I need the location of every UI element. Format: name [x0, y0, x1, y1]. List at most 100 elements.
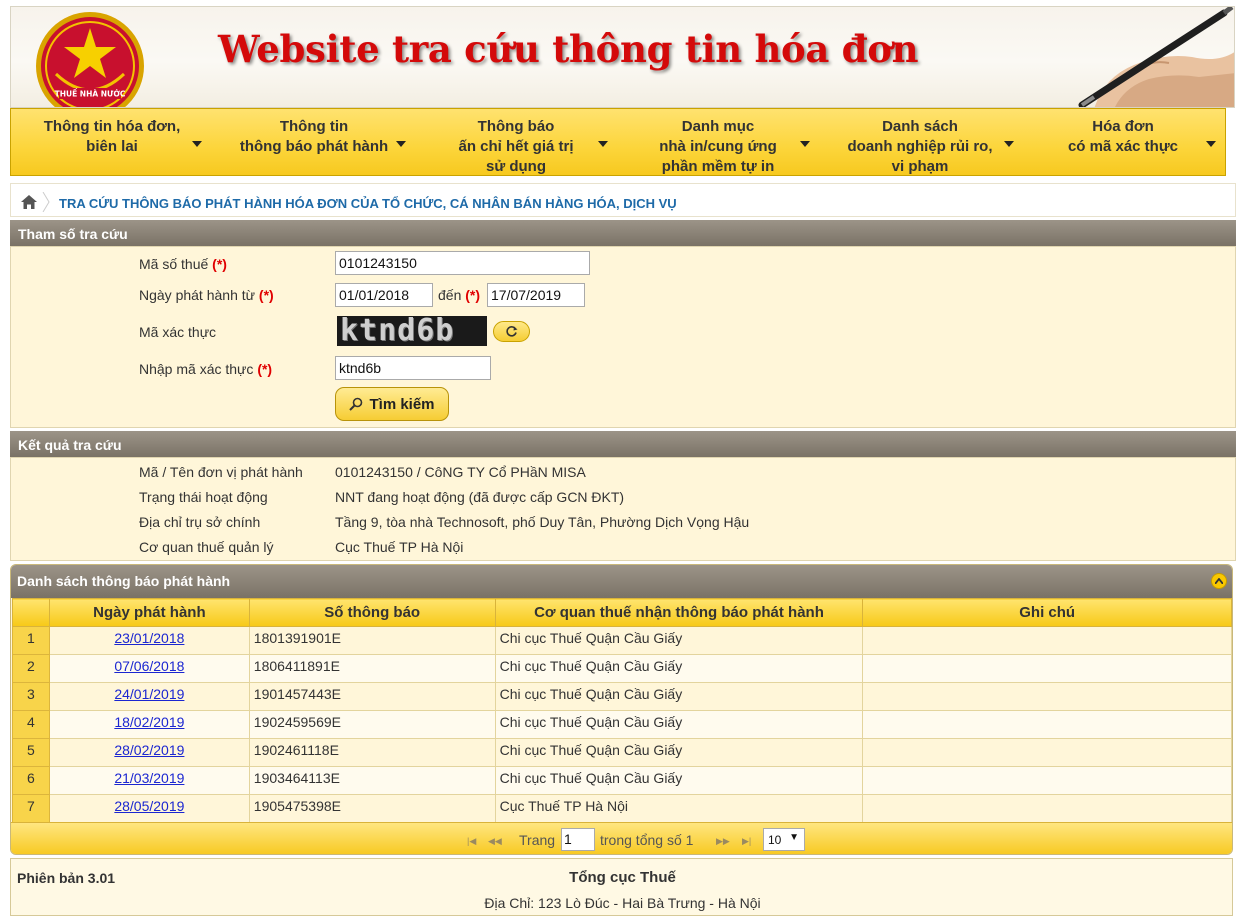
- result-label-status: Trạng thái hoạt động: [139, 489, 268, 505]
- date-cell: 23/01/2018: [48, 626, 250, 655]
- chevron-down-icon: [800, 141, 810, 147]
- required-mark: (*): [257, 361, 273, 377]
- col-header-agency: Cơ quan thuế nhận thông báo phát hành: [494, 598, 864, 627]
- number-cell: 1806411891E: [248, 654, 496, 683]
- number-cell: 1901457443E: [248, 682, 496, 711]
- notice-date-link[interactable]: 18/02/2019: [114, 714, 184, 730]
- prev-page-icon[interactable]: ◀◀: [488, 836, 502, 847]
- footer: Phiên bản 3.01 Tổng cục Thuế Địa Chỉ: 12…: [10, 858, 1233, 916]
- nav-invoice-info[interactable]: Thông tin hóa đơn, biên lai: [11, 109, 213, 177]
- nav-risky-companies[interactable]: Danh sách doanh nghiệp rủi ro, vi phạm: [819, 109, 1021, 177]
- result-label-issuer: Mã / Tên đơn vị phát hành: [139, 464, 303, 480]
- col-header-note: Ghi chú: [862, 598, 1232, 627]
- notice-list: Danh sách thông báo phát hành Ngày phát …: [10, 564, 1233, 855]
- chevron-down-icon: ▼: [789, 832, 799, 843]
- date-cell: 28/02/2019: [48, 738, 250, 767]
- chevron-down-icon: [396, 141, 406, 147]
- captcha-input-label-text: Nhập mã xác thực: [139, 361, 254, 377]
- captcha-image-text: ktnd6b: [340, 316, 455, 346]
- home-icon[interactable]: [21, 195, 37, 209]
- table-row: 7 28/05/2019 1905475398E Cục Thuế TP Hà …: [12, 794, 1232, 823]
- pager: |◀ ◀◀ Trang 1 trong tổng số 1 ▶▶ ▶| 10 ▼: [11, 822, 1232, 854]
- footer-address: Địa Chỉ: 123 Lò Đúc - Hai Bà Trưng - Hà …: [484, 895, 761, 911]
- result-value-status: NNT đang hoạt động (đã được cấp GCN ĐKT): [335, 489, 625, 505]
- note-cell: [862, 738, 1232, 767]
- tax-code-label: Mã số thuế (*): [139, 256, 227, 272]
- search-section-header: Tham số tra cứu: [10, 220, 1236, 246]
- note-cell: [862, 710, 1232, 739]
- notice-date-link[interactable]: 28/02/2019: [114, 742, 184, 758]
- date-cell: 21/03/2019: [48, 766, 250, 795]
- date-from-label-text: Ngày phát hành từ: [139, 287, 256, 303]
- date-to-input[interactable]: 17/07/2019: [487, 283, 585, 307]
- site-banner: THUẾ NHÀ NƯỚC Website tra cứu thông tin …: [10, 6, 1235, 108]
- date-cell: 18/02/2019: [48, 710, 250, 739]
- tax-emblem-logo: THUẾ NHÀ NƯỚC: [36, 12, 144, 107]
- breadcrumb: TRA CỨU THÔNG BÁO PHÁT HÀNH HÓA ĐƠN CỦA …: [10, 183, 1236, 217]
- captcha-input-label: Nhập mã xác thực (*): [139, 361, 272, 377]
- nav-invoice-info-label: Thông tin hóa đơn, biên lai: [43, 118, 181, 155]
- number-cell: 1905475398E: [248, 794, 496, 823]
- note-cell: [862, 766, 1232, 795]
- row-index: 2: [12, 654, 50, 683]
- nav-expired-forms[interactable]: Thông báo ấn chỉ hết giá trị sử dụng: [415, 109, 617, 177]
- chevron-up-icon: [1215, 578, 1223, 584]
- date-from-label: Ngày phát hành từ (*): [139, 287, 274, 303]
- refresh-captcha-button[interactable]: [493, 321, 530, 342]
- notice-list-title: Danh sách thông báo phát hành: [17, 573, 231, 589]
- nav-printer-list[interactable]: Danh mục nhà in/cung ứng phần mềm tự in: [617, 109, 819, 177]
- chevron-down-icon: [192, 141, 202, 147]
- number-cell: 1902459569E: [248, 710, 496, 739]
- last-page-icon[interactable]: ▶|: [742, 836, 751, 847]
- tax-code-input[interactable]: 0101243150: [335, 251, 590, 275]
- nav-authenticated-invoice[interactable]: Hóa đơn có mã xác thực: [1021, 109, 1225, 177]
- required-mark: (*): [212, 256, 227, 272]
- required-mark: (*): [465, 287, 481, 303]
- chevron-down-icon: [598, 141, 608, 147]
- notice-date-link[interactable]: 23/01/2018: [114, 630, 184, 646]
- banner-title: Website tra cứu thông tin hóa đơn: [218, 27, 919, 71]
- col-header-number: Số thông báo: [248, 598, 496, 627]
- search-button[interactable]: Tìm kiếm: [335, 387, 449, 421]
- captcha-image: ktnd6b: [337, 316, 487, 346]
- agency-cell: Cục Thuế TP Hà Nội: [494, 794, 864, 823]
- page-size-select[interactable]: 10 ▼: [763, 828, 805, 851]
- notice-date-link[interactable]: 28/05/2019: [114, 798, 184, 814]
- footer-org: Tổng cục Thuế: [569, 869, 676, 886]
- table-row: 6 21/03/2019 1903464113E Chi cục Thuế Qu…: [12, 766, 1232, 795]
- table-row: 2 07/06/2018 1806411891E Chi cục Thuế Qu…: [12, 654, 1232, 683]
- notice-date-link[interactable]: 21/03/2019: [114, 770, 184, 786]
- emblem-caption: THUẾ NHÀ NƯỚC: [55, 89, 126, 99]
- date-cell: 07/06/2018: [48, 654, 250, 683]
- page-title: TRA CỨU THÔNG BÁO PHÁT HÀNH HÓA ĐƠN CỦA …: [59, 196, 677, 211]
- row-index: 3: [12, 682, 50, 711]
- table-header-row: Ngày phát hành Số thông báo Cơ quan thuế…: [12, 598, 1232, 627]
- agency-cell: Chi cục Thuế Quận Cầu Giấy: [494, 766, 864, 795]
- agency-cell: Chi cục Thuế Quận Cầu Giấy: [494, 654, 864, 683]
- breadcrumb-separator-icon: [42, 192, 50, 212]
- notice-table: Ngày phát hành Số thông báo Cơ quan thuế…: [12, 598, 1232, 823]
- row-index: 5: [12, 738, 50, 767]
- nav-authenticated-invoice-label: Hóa đơn có mã xác thực: [1067, 118, 1179, 155]
- row-index: 6: [12, 766, 50, 795]
- result-label-address: Địa chỉ trụ sở chính: [139, 514, 261, 530]
- agency-cell: Chi cục Thuế Quận Cầu Giấy: [494, 626, 864, 655]
- table-row: 1 23/01/2018 1801391901E Chi cục Thuế Qu…: [12, 626, 1232, 655]
- nav-risky-companies-label: Danh sách doanh nghiệp rủi ro, vi phạm: [847, 118, 993, 175]
- page-number-input[interactable]: 1: [561, 828, 595, 851]
- date-cell: 24/01/2019: [48, 682, 250, 711]
- result-value-address: Tầng 9, tòa nhà Technosoft, phố Duy Tân,…: [335, 514, 750, 530]
- note-cell: [862, 654, 1232, 683]
- nav-issuance-notice[interactable]: Thông tin thông báo phát hành: [213, 109, 415, 177]
- date-from-input[interactable]: 01/01/2018: [335, 283, 433, 307]
- first-page-icon[interactable]: |◀: [467, 836, 476, 847]
- table-row: 4 18/02/2019 1902459569E Chi cục Thuế Qu…: [12, 710, 1232, 739]
- notice-date-link[interactable]: 07/06/2018: [114, 658, 184, 674]
- collapse-button[interactable]: [1211, 573, 1227, 589]
- next-page-icon[interactable]: ▶▶: [716, 836, 730, 847]
- agency-cell: Chi cục Thuế Quận Cầu Giấy: [494, 682, 864, 711]
- captcha-input[interactable]: ktnd6b: [335, 356, 491, 380]
- search-icon: [349, 397, 363, 411]
- notice-date-link[interactable]: 24/01/2019: [114, 686, 184, 702]
- captcha-label: Mã xác thực: [139, 324, 217, 340]
